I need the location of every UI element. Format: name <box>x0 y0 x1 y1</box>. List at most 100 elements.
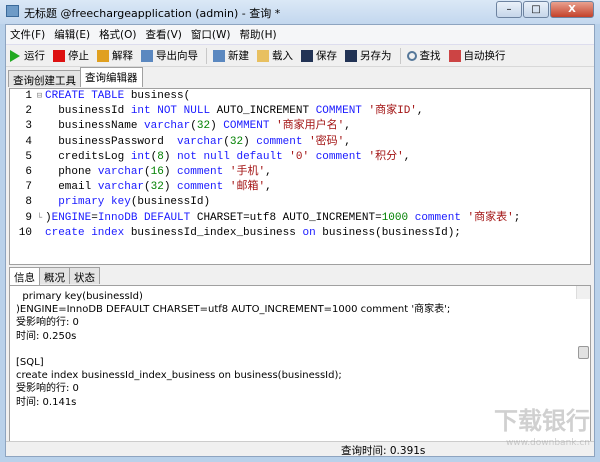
toolbar-label: 保存 <box>316 50 337 62</box>
toolbar-button-save[interactable]: 保存 <box>301 48 337 63</box>
line-number: 3 <box>25 120 32 133</box>
scrollbar-thumb[interactable] <box>578 346 589 360</box>
menu-item[interactable]: 窗口(W) <box>191 27 231 42</box>
toolbar-separator <box>206 47 207 64</box>
menu-item[interactable]: 编辑(E) <box>54 27 90 42</box>
play-icon <box>10 49 20 62</box>
fold-gutter: └ <box>36 212 43 223</box>
result-line: 时间: 0.250s <box>16 330 77 342</box>
window-title: 无标题 @freechargeapplication (admin) - 查询 … <box>24 7 281 20</box>
code-token: ( <box>144 181 151 194</box>
code-token: CREATE TABLE <box>45 90 131 102</box>
toolbar-button-folder[interactable]: 载入 <box>257 48 293 63</box>
result-line: create index businessId_index_business o… <box>16 370 342 382</box>
code-token: 32 <box>150 181 164 194</box>
toolbar-label: 停止 <box>68 50 89 62</box>
toolbar: 运行 停止 解释 导出向导 新建 载入 保存 另存为 查找 自动换行 <box>6 45 594 67</box>
explain-icon <box>97 49 109 62</box>
code-token: CHARSET=utf8 AUTO_INCREMENT= <box>196 211 382 224</box>
code-token: COMMENT <box>315 105 369 118</box>
line-number: 5 <box>25 150 32 163</box>
code-token: , <box>265 181 272 194</box>
toolbar-button-save-as[interactable]: 另存为 <box>345 48 392 63</box>
toolbar-button-new[interactable]: 新建 <box>213 48 249 63</box>
menu-item[interactable]: 文件(F) <box>10 27 45 42</box>
menu-bar: 文件(F) 编辑(E) 格式(O) 查看(V) 窗口(W) 帮助(H) <box>6 25 594 45</box>
toolbar-label: 解释 <box>112 50 133 62</box>
code-token: creditsLog <box>45 150 131 163</box>
code-token: comment <box>256 135 310 148</box>
code-token: phone <box>45 165 98 178</box>
toolbar-button-play[interactable]: 运行 <box>10 48 45 63</box>
code-token: ) <box>243 135 257 148</box>
toolbar-label: 查找 <box>419 50 441 62</box>
code-token: business( <box>130 90 191 102</box>
save-as-icon <box>345 49 357 62</box>
code-token: COMMENT <box>223 120 277 133</box>
result-tabs: 信息 概况 状态 <box>9 267 100 287</box>
maximize-button[interactable]: □ <box>523 1 549 18</box>
code-token: comment <box>177 181 230 194</box>
fold-gutter <box>34 150 45 165</box>
code-token: not null default <box>177 150 290 163</box>
code-line: 1 ⊟ CREATE TABLE business( <box>10 89 590 104</box>
line-number: 8 <box>25 196 32 209</box>
code-token: 16 <box>150 165 164 178</box>
code-token: '商家ID' <box>368 105 417 118</box>
code-token: '手机' <box>229 165 266 178</box>
code-token: ) <box>163 150 178 163</box>
wrap-icon <box>448 49 461 62</box>
fold-gutter <box>34 226 45 241</box>
code-token: 1000 <box>381 211 415 224</box>
toolbar-button-stop[interactable]: 停止 <box>53 48 89 63</box>
main-window: 文件(F) 编辑(E) 格式(O) 查看(V) 窗口(W) 帮助(H) 运行 停止 解释 导出向… <box>5 24 595 457</box>
title-bar: 无标题 @freechargeapplication (admin) - 查询 … <box>0 0 600 24</box>
code-token: ) <box>210 120 224 133</box>
toolbar-label: 新建 <box>228 50 249 62</box>
code-token: varchar <box>97 165 145 178</box>
export-icon <box>141 49 153 62</box>
code-token: '商家用户名' <box>276 120 345 133</box>
code-token: '积分' <box>368 150 404 163</box>
result-tab[interactable]: 状态 <box>69 267 100 284</box>
scrollbar[interactable] <box>576 286 590 360</box>
code-token: '商家表' <box>467 211 514 224</box>
toolbar-button-export[interactable]: 导出向导 <box>141 48 198 63</box>
toolbar-label: 运行 <box>24 50 45 62</box>
menu-item[interactable]: 格式(O) <box>99 27 136 42</box>
code-token: businessName <box>45 120 145 133</box>
code-line: 10 create index businessId_index_business… <box>10 226 590 241</box>
code-token: ) <box>163 181 178 194</box>
tab-query-builder[interactable]: 查询创建工具 <box>8 70 81 87</box>
toolbar-separator <box>399 47 401 64</box>
code-token: (businessId) <box>130 196 211 209</box>
code-token: , <box>416 105 424 118</box>
code-token: 32 <box>196 120 211 133</box>
line-number: 7 <box>25 181 32 194</box>
toolbar-button-search[interactable]: 查找 <box>406 48 441 63</box>
new-icon <box>213 49 225 62</box>
menu-item[interactable]: 查看(V) <box>146 27 182 42</box>
result-tab[interactable]: 概况 <box>39 267 70 284</box>
toolbar-button-wrap[interactable]: 自动换行 <box>448 48 506 63</box>
code-token: varchar <box>144 120 191 133</box>
editor-tabs: 查询创建工具 查询编辑器 <box>6 67 594 87</box>
code-token: on <box>302 226 323 239</box>
result-tab[interactable]: 信息 <box>9 267 40 287</box>
code-token: varchar <box>97 181 145 194</box>
tab-query-editor[interactable]: 查询编辑器 <box>80 67 143 87</box>
result-line: )ENGINE=InnoDB DEFAULT CHARSET=utf8 AUTO… <box>16 304 451 316</box>
sql-editor[interactable]: 1 ⊟ CREATE TABLE business(2 businessId int… <box>9 88 591 265</box>
minimize-button[interactable]: – <box>496 1 522 18</box>
toolbar-button-explain[interactable]: 解释 <box>97 48 133 63</box>
code-token: ( <box>144 165 151 178</box>
toolbar-label: 另存为 <box>360 50 392 62</box>
line-number: 10 <box>18 226 32 239</box>
menu-item[interactable]: 帮助(H) <box>240 27 277 42</box>
line-number: 9 <box>25 211 32 224</box>
close-button[interactable]: X <box>550 1 594 18</box>
code-token: , <box>344 120 351 133</box>
code-token: create index <box>45 226 131 239</box>
code-token: int <box>130 150 151 163</box>
code-line: 9 └) ENGINE = InnoDB DEFAULT CHARSET=utf8 AU… <box>10 211 590 226</box>
